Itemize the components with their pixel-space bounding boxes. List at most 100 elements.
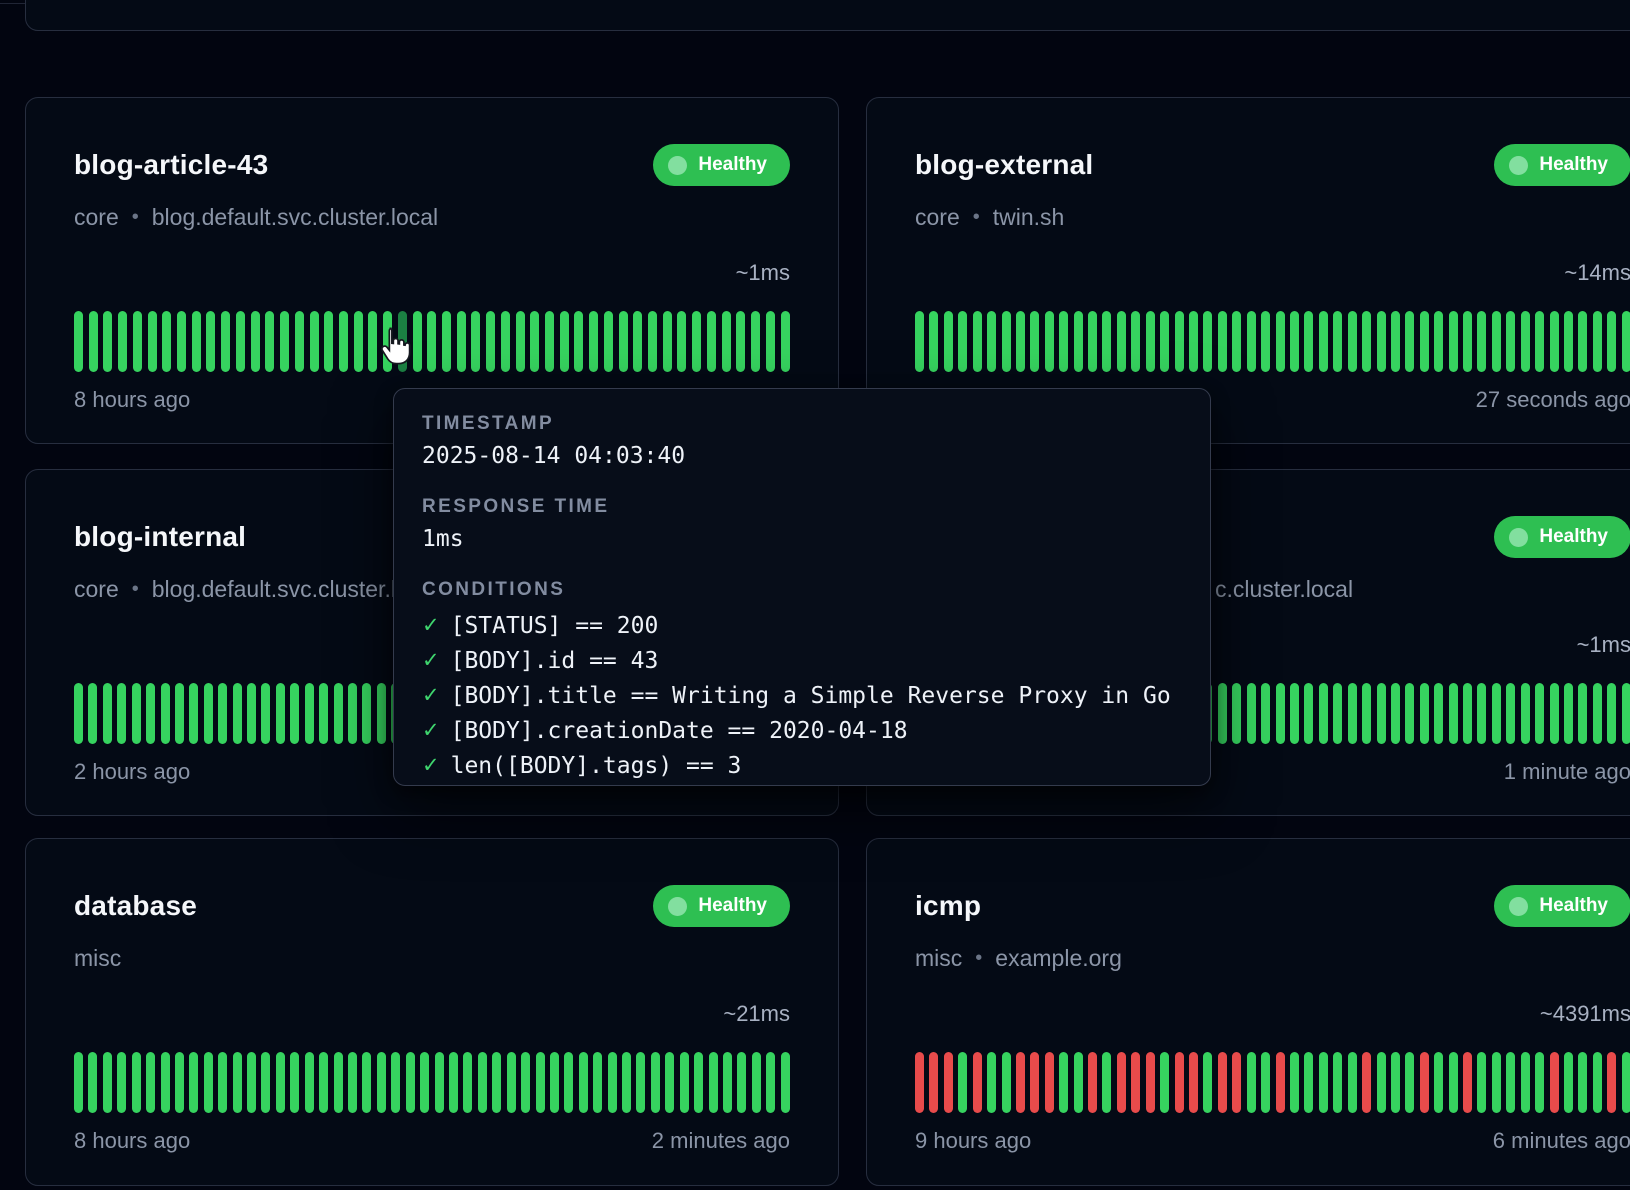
status-bar[interactable] <box>1434 1052 1443 1113</box>
status-bar[interactable] <box>233 683 242 744</box>
status-bar[interactable] <box>1362 683 1371 744</box>
status-bar[interactable] <box>1535 311 1544 372</box>
status-bar[interactable] <box>1449 683 1458 744</box>
status-bar[interactable] <box>1622 683 1630 744</box>
status-bar[interactable] <box>1607 683 1616 744</box>
status-bar[interactable] <box>987 1052 996 1113</box>
status-bar[interactable] <box>1550 1052 1559 1113</box>
status-bar[interactable] <box>736 311 745 372</box>
status-bar[interactable] <box>161 683 170 744</box>
status-bar[interactable] <box>636 1052 645 1113</box>
status-bar[interactable] <box>1074 1052 1083 1113</box>
status-bar[interactable] <box>192 311 201 372</box>
previous-row-card-partial[interactable] <box>25 0 1630 31</box>
status-bar[interactable] <box>1016 311 1025 372</box>
status-bar[interactable] <box>280 311 289 372</box>
status-bar[interactable] <box>1362 311 1371 372</box>
status-bar[interactable] <box>1304 683 1313 744</box>
status-bar[interactable] <box>463 1052 472 1113</box>
status-bar[interactable] <box>958 311 967 372</box>
status-bar[interactable] <box>1492 683 1501 744</box>
status-bar[interactable] <box>146 683 155 744</box>
status-bar[interactable] <box>722 311 731 372</box>
status-bar[interactable] <box>1030 311 1039 372</box>
status-bar[interactable] <box>1333 311 1342 372</box>
status-bar[interactable] <box>619 311 628 372</box>
status-bar[interactable] <box>1593 683 1602 744</box>
status-bar[interactable] <box>1290 311 1299 372</box>
status-bar[interactable] <box>1276 1052 1285 1113</box>
status-bar[interactable] <box>236 311 245 372</box>
status-bar[interactable] <box>1420 1052 1429 1113</box>
status-bar[interactable] <box>449 1052 458 1113</box>
status-bar[interactable] <box>694 1052 703 1113</box>
status-bar[interactable] <box>1607 311 1616 372</box>
status-bar[interactable] <box>247 1052 256 1113</box>
status-bar[interactable] <box>1550 683 1559 744</box>
status-bar[interactable] <box>944 311 953 372</box>
status-bar[interactable] <box>737 1052 746 1113</box>
status-bar[interactable] <box>103 683 112 744</box>
status-bar[interactable] <box>310 311 319 372</box>
status-bar[interactable] <box>204 683 213 744</box>
status-bar[interactable] <box>339 311 348 372</box>
status-bar[interactable] <box>1102 311 1111 372</box>
status-bar[interactable] <box>132 683 141 744</box>
status-bar[interactable] <box>233 1052 242 1113</box>
status-bar[interactable] <box>1045 1052 1054 1113</box>
status-bar[interactable] <box>1203 311 1212 372</box>
status-bar[interactable] <box>89 311 98 372</box>
status-bar[interactable] <box>1463 1052 1472 1113</box>
status-bar[interactable] <box>589 311 598 372</box>
status-bar[interactable] <box>1333 683 1342 744</box>
status-bar[interactable] <box>973 311 982 372</box>
status-bar[interactable] <box>1002 1052 1011 1113</box>
status-bar[interactable] <box>88 683 97 744</box>
status-bar[interactable] <box>295 311 304 372</box>
status-bar[interactable] <box>348 683 357 744</box>
status-bar[interactable] <box>973 1052 982 1113</box>
status-bar[interactable] <box>1160 1052 1169 1113</box>
status-bar[interactable] <box>334 1052 343 1113</box>
status-bar[interactable] <box>1045 311 1054 372</box>
status-bar[interactable] <box>1434 683 1443 744</box>
status-bar[interactable] <box>457 311 466 372</box>
status-bar[interactable] <box>1016 1052 1025 1113</box>
status-bar[interactable] <box>530 311 539 372</box>
status-bar[interactable] <box>1434 311 1443 372</box>
status-bar[interactable] <box>103 311 112 372</box>
status-bar[interactable] <box>1175 1052 1184 1113</box>
status-bar[interactable] <box>723 1052 732 1113</box>
status-bar[interactable] <box>117 683 126 744</box>
status-bar[interactable] <box>1622 311 1630 372</box>
status-bar[interactable] <box>987 311 996 372</box>
status-bar[interactable] <box>117 1052 126 1113</box>
status-bar[interactable] <box>1160 311 1169 372</box>
status-bar[interactable] <box>251 311 260 372</box>
status-bar[interactable] <box>1449 311 1458 372</box>
status-bar[interactable] <box>118 311 127 372</box>
status-bar[interactable] <box>1377 683 1386 744</box>
status-bar[interactable] <box>492 1052 501 1113</box>
status-bar[interactable] <box>427 311 436 372</box>
status-bar[interactable] <box>1420 683 1429 744</box>
status-bar[interactable] <box>1088 1052 1097 1113</box>
status-bar[interactable] <box>175 1052 184 1113</box>
status-bar[interactable] <box>1189 311 1198 372</box>
status-bar[interactable] <box>516 311 525 372</box>
status-bar[interactable] <box>391 1052 400 1113</box>
status-bar[interactable] <box>1059 311 1068 372</box>
status-bar[interactable] <box>1290 1052 1299 1113</box>
status-bar[interactable] <box>1622 1052 1630 1113</box>
status-bar[interactable] <box>1405 683 1414 744</box>
status-bar[interactable] <box>651 1052 660 1113</box>
status-bar[interactable] <box>1377 1052 1386 1113</box>
status-bar[interactable] <box>1593 311 1602 372</box>
status-bar[interactable] <box>1218 683 1227 744</box>
status-bar[interactable] <box>204 1052 213 1113</box>
status-bar[interactable] <box>1059 1052 1068 1113</box>
status-bar[interactable] <box>161 1052 170 1113</box>
status-bar[interactable] <box>132 1052 141 1113</box>
status-bar[interactable] <box>1477 311 1486 372</box>
status-bar[interactable] <box>1117 311 1126 372</box>
